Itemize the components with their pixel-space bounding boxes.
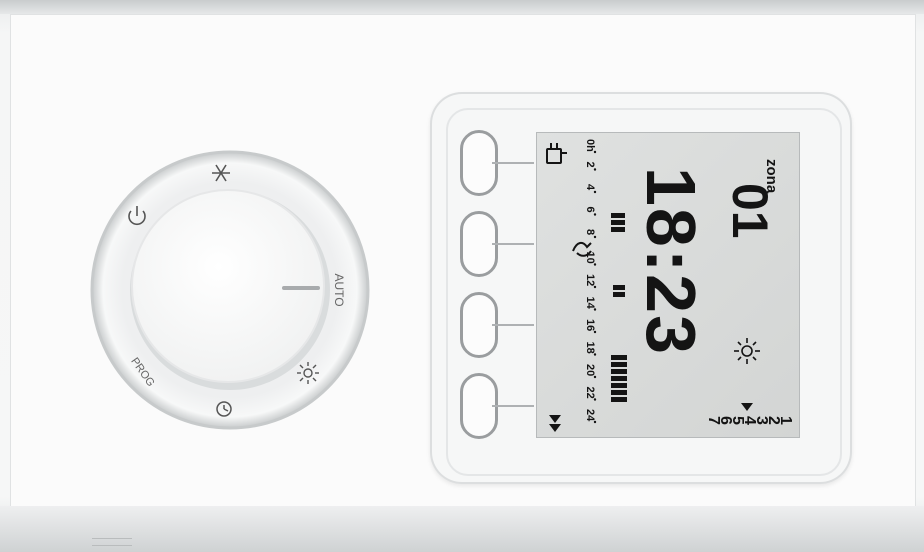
hand-icon <box>572 241 592 257</box>
program-bar <box>613 285 625 290</box>
program-bar <box>611 369 627 374</box>
hour-tick <box>593 235 597 239</box>
hour-mark: 12 <box>584 274 596 286</box>
top-edge <box>0 0 924 14</box>
hour-mark: 8 <box>584 229 596 235</box>
day-number: 7 <box>705 416 722 425</box>
hour-mark: 24 <box>584 409 596 422</box>
hour-tick <box>593 150 597 154</box>
hour-scale: 0h24681012141618202224 <box>584 139 597 424</box>
program-bar <box>613 292 625 297</box>
hour-tick <box>593 190 597 194</box>
brand-mark <box>92 538 132 546</box>
auto-label: AUTO <box>332 273 346 306</box>
hour-tick <box>593 420 597 424</box>
hour-tick <box>593 263 597 266</box>
lcd-content: 0h24681012141618202224 18:23 01 zona 123… <box>546 139 794 432</box>
program-bar <box>611 362 627 367</box>
fast-forward-icon <box>549 415 561 432</box>
hour-tick <box>593 353 597 356</box>
hour-mark: 6 <box>584 207 596 213</box>
day-pointer-icon <box>741 403 753 411</box>
hour-mark: 20 <box>584 364 596 376</box>
hour-mark: 14 <box>584 297 596 310</box>
hour-tick <box>593 330 597 334</box>
mode-dial[interactable]: AUTO PROG <box>80 140 380 440</box>
day-number-list: 1234567 <box>705 416 794 425</box>
program-bar <box>611 220 625 225</box>
time-display: 18:23 <box>632 167 710 356</box>
button-2-guide <box>492 243 534 245</box>
button-3-guide <box>492 324 534 326</box>
program-bar <box>611 227 625 232</box>
program-bar <box>611 355 627 360</box>
program-bars <box>611 213 627 402</box>
hour-tick <box>593 375 597 379</box>
hour-mark: 18 <box>584 342 596 354</box>
program-bar <box>611 397 627 402</box>
button-4-guide <box>492 405 534 407</box>
hour-tick <box>593 168 597 171</box>
hour-tick <box>593 285 597 289</box>
zone-label: zona <box>763 159 780 194</box>
dial-indicator <box>282 286 320 290</box>
sun-icon <box>734 338 760 364</box>
program-bar <box>611 383 627 388</box>
lcd-screen: 0h 2 4 6 8 10 12 14 16 18 20 22 24 18:23 01 zona <box>536 132 800 438</box>
program-bar <box>611 376 627 381</box>
program-bar <box>611 213 625 218</box>
hour-mark: 2 <box>584 162 596 168</box>
program-bar <box>611 390 627 395</box>
hour-mark: 16 <box>584 319 596 331</box>
bottom-edge <box>0 506 924 552</box>
hour-mark: 0h <box>584 139 596 152</box>
hour-mark: 22 <box>584 387 596 399</box>
hour-mark: 4 <box>584 184 596 191</box>
radiator-icon <box>546 143 567 164</box>
button-1-guide <box>492 162 534 164</box>
hour-tick <box>593 308 597 311</box>
hour-tick <box>593 213 597 216</box>
hour-tick <box>593 398 597 401</box>
